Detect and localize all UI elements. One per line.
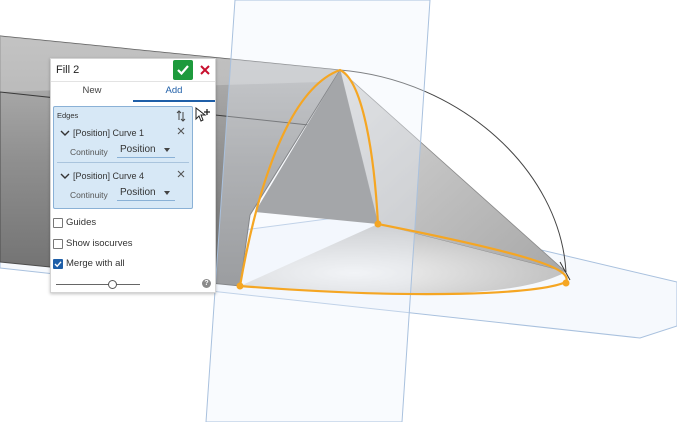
chevron-down-icon[interactable] <box>60 171 70 181</box>
curve-vertex[interactable] <box>236 282 244 290</box>
caret-down-icon <box>164 191 170 195</box>
curve-vertex[interactable] <box>562 279 570 287</box>
remove-edge-button[interactable] <box>175 170 187 182</box>
close-icon <box>177 170 185 178</box>
guides-label: Guides <box>66 217 97 228</box>
panel-header: Fill 2 <box>51 59 215 81</box>
continuity-dropdown[interactable]: Position <box>117 185 175 201</box>
merge-with-all-checkbox-row[interactable]: Merge with all <box>53 257 203 271</box>
merge-with-all-label: Merge with all <box>66 258 125 269</box>
show-isocurves-label: Show isocurves <box>66 238 133 249</box>
help-icon[interactable]: ? <box>202 279 211 288</box>
caret-down-icon <box>164 148 170 152</box>
cancel-button[interactable] <box>197 61 213 79</box>
slider-thumb[interactable] <box>108 280 117 289</box>
remove-edge-button[interactable] <box>175 127 187 139</box>
show-isocurves-checkbox[interactable] <box>53 239 63 249</box>
edges-label: Edges <box>57 111 79 120</box>
close-icon <box>200 65 210 75</box>
show-isocurves-checkbox-row[interactable]: Show isocurves <box>53 237 203 251</box>
curve-vertex[interactable] <box>374 220 382 228</box>
continuity-label: Continuity <box>70 147 108 157</box>
select-cursor-plus-icon <box>195 107 210 122</box>
sort-arrows-icon[interactable] <box>176 110 186 122</box>
tolerance-slider[interactable] <box>56 278 140 290</box>
close-icon <box>177 127 185 135</box>
front-plane[interactable] <box>205 0 431 422</box>
checkmark-icon <box>177 65 189 76</box>
guides-checkbox[interactable] <box>53 218 63 228</box>
chevron-down-icon[interactable] <box>60 128 70 138</box>
edge-name: [Position] Curve 4 <box>73 171 145 181</box>
continuity-value: Position <box>120 144 156 155</box>
edge-item[interactable]: [Position] Curve 1 Continuity Position <box>57 124 189 163</box>
continuity-label: Continuity <box>70 190 108 200</box>
continuity-value: Position <box>120 187 156 198</box>
edge-name: [Position] Curve 1 <box>73 128 145 138</box>
guides-checkbox-row[interactable]: Guides <box>53 216 203 230</box>
edge-item[interactable]: [Position] Curve 4 Continuity Position <box>57 167 189 205</box>
continuity-dropdown[interactable]: Position <box>117 142 175 158</box>
fill-feature-panel: Fill 2 New Add Edges [Position] Curve 1 <box>50 58 216 293</box>
panel-title: Fill 2 <box>56 64 80 76</box>
edges-selection-box[interactable]: Edges [Position] Curve 1 Continuity Posi… <box>53 106 193 209</box>
checkmark-icon <box>54 261 62 268</box>
slider-track[interactable] <box>56 284 140 285</box>
tab-add[interactable]: Add <box>133 82 215 102</box>
merge-with-all-checkbox[interactable] <box>53 259 63 269</box>
tab-bar: New Add <box>51 81 215 102</box>
tab-new[interactable]: New <box>51 82 133 100</box>
accept-button[interactable] <box>173 60 193 80</box>
